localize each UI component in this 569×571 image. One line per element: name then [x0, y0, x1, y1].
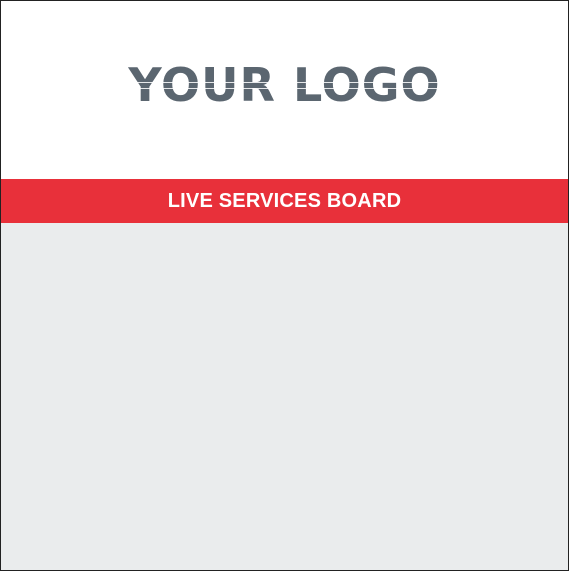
logo: YOUR LOGO — [128, 58, 441, 112]
page-title: LIVE SERVICES BOARD — [167, 189, 402, 212]
title-bar: LIVE SERVICES BOARD — [1, 179, 568, 223]
logo-text: YOUR LOGO — [128, 58, 441, 112]
logo-area: YOUR LOGO — [1, 1, 568, 179]
logo-decoration — [128, 88, 441, 90]
services-board-content — [1, 223, 568, 570]
logo-decoration — [128, 81, 441, 83]
services-board-frame: YOUR LOGO LIVE SERVICES BOARD — [0, 0, 569, 571]
